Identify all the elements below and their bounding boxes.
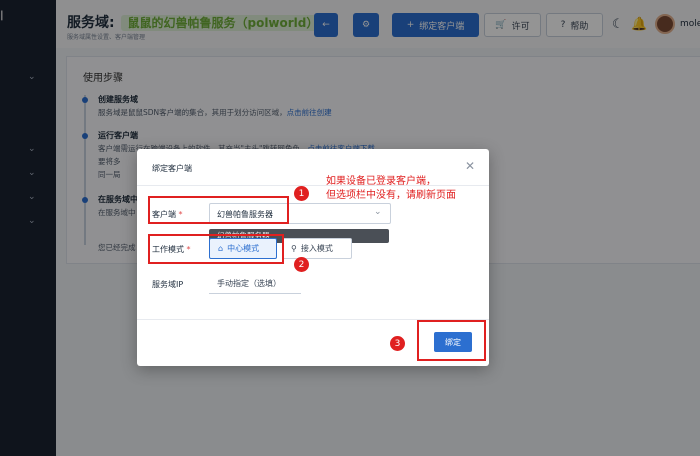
- annotation-box-mode: [148, 234, 284, 264]
- annotation-number: 2: [294, 257, 309, 272]
- annotation-box-client: [148, 196, 289, 224]
- mode-access-label: 接入模式: [300, 244, 333, 253]
- annotation-note-line: 但选项栏中没有，请刷新页面: [326, 190, 456, 201]
- annotation-number: 1: [294, 186, 309, 201]
- annotation-note: 如果设备已登录客户端， 但选项栏中没有，请刷新页面: [326, 175, 456, 203]
- dialog-title: 绑定客户端: [152, 164, 192, 173]
- ip-field-label: 服务域IP: [152, 280, 184, 289]
- mode-access-radio[interactable]: ⚲ 接入模式: [282, 238, 352, 259]
- annotation-number: 3: [390, 336, 405, 351]
- user-icon: ⚲: [291, 244, 297, 253]
- annotation-box-bind: [417, 320, 486, 361]
- close-icon[interactable]: ✕: [465, 159, 475, 173]
- chevron-down-icon: ⌄: [374, 207, 382, 217]
- ip-input[interactable]: 手动指定（选填）: [209, 273, 301, 294]
- annotation-note-line: 如果设备已登录客户端，: [326, 176, 436, 187]
